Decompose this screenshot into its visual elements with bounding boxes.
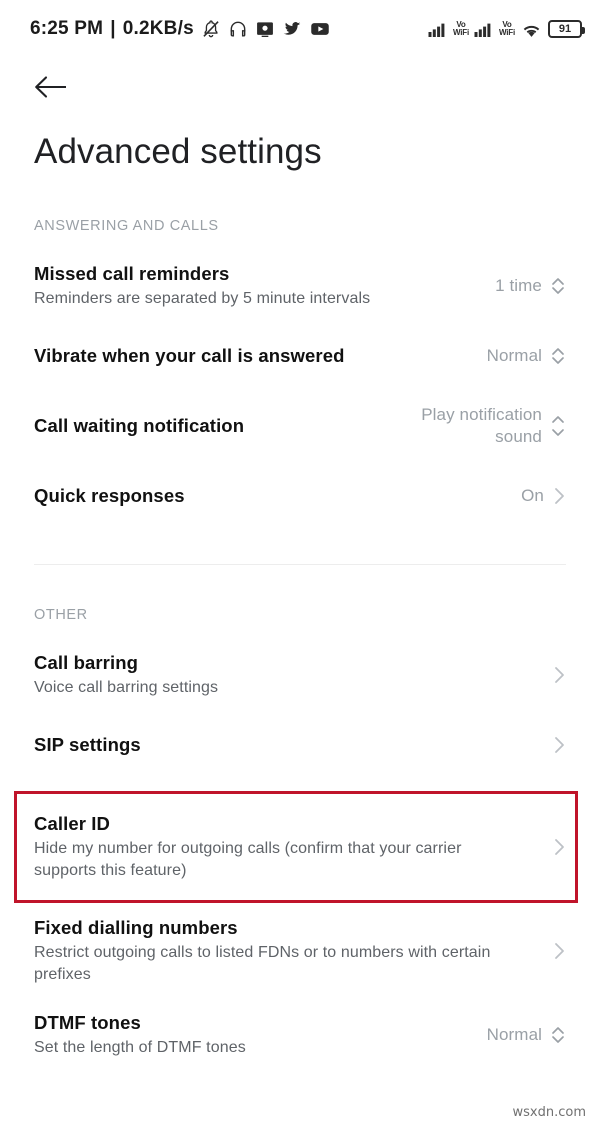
chevron-right-icon[interactable] [552,664,566,686]
page-title: Advanced settings [34,132,322,171]
chevron-right-icon[interactable] [552,734,566,756]
row-title: DTMF tones [34,1011,141,1033]
vowifi-label-sim1: Vo WiFi [453,21,469,37]
row-texts: DTMF tones Set the length of DTMF tones [34,1012,475,1059]
row-control[interactable]: 1 time [495,274,566,298]
setting-row-quick-responses[interactable]: Quick responses On [0,468,600,524]
row-control[interactable]: Play notification sound [412,404,566,448]
chevron-right-icon[interactable] [552,940,566,962]
section-header-other: OTHER [34,607,88,623]
status-bar-left: 6:25 PM | 0.2KB/s [30,18,331,40]
row-texts: Caller ID Hide my number for outgoing ca… [34,813,540,881]
stepper-chevrons-icon[interactable] [550,344,566,368]
battery-indicator: 91 [548,20,585,38]
section-header-answering: ANSWERING AND CALLS [34,218,219,234]
setting-row-vibrate-when-answered[interactable]: Vibrate when your call is answered Norma… [0,328,600,384]
row-control[interactable]: On [521,485,566,507]
youtube-icon [311,23,329,35]
row-value: 1 time [495,275,542,295]
signal-bars-sim2-icon [474,23,491,37]
row-subtitle: Voice call barring settings [34,678,219,696]
setting-row-call-waiting-notification[interactable]: Call waiting notification Play notificat… [0,398,600,454]
row-title: SIP settings [34,734,141,755]
row-title: Vibrate when your call is answered [34,345,345,366]
chevron-right-icon[interactable] [552,836,566,858]
row-title: Quick responses [34,485,185,506]
watermark: wsxdn.com [512,1105,587,1120]
row-value: Normal [486,345,542,365]
status-clock: 6:25 PM [30,18,104,39]
row-title: Missed call reminders [34,262,230,284]
row-control[interactable] [552,836,566,858]
setting-row-fixed-dialling-numbers[interactable]: Fixed dialling numbers Restrict outgoing… [0,917,600,985]
row-texts: Call waiting notification [34,415,400,437]
chevron-right-icon[interactable] [552,485,566,507]
row-subtitle: Reminders are separated by 5 minute inte… [34,289,371,307]
status-separator: | [110,18,116,39]
row-title: Call waiting notification [34,415,245,436]
row-texts: Call barring Voice call barring settings [34,652,540,699]
phone-screen: 6:25 PM | 0.2KB/s Vo WiFi Vo WiFi 91 Adv… [0,0,600,1128]
row-control[interactable]: Normal [487,1023,566,1047]
row-texts: SIP settings [34,734,540,756]
row-control[interactable]: Normal [487,344,566,368]
row-control[interactable] [552,734,566,756]
stepper-chevrons-icon[interactable] [550,1023,566,1047]
row-title: Caller ID [34,812,110,834]
status-data-rate: 0.2KB/s [122,18,194,39]
row-subtitle: Hide my number for outgoing calls (confi… [34,839,462,879]
screenshot-app-icon [256,22,273,37]
vowifi-label-sim2: Vo WiFi [499,21,515,37]
stepper-chevrons-icon[interactable] [550,409,566,443]
row-control[interactable] [552,940,566,962]
row-texts: Vibrate when your call is answered [34,345,475,367]
battery-percent: 91 [558,23,572,35]
row-value: Normal [486,1025,542,1045]
status-bar-right: Vo WiFi Vo WiFi 91 [428,20,585,39]
stepper-chevrons-icon[interactable] [550,274,566,298]
row-value: Play notification sound [421,404,542,446]
row-subtitle: Set the length of DTMF tones [34,1038,246,1056]
back-arrow-icon[interactable] [34,74,68,100]
headphones-icon [230,21,246,37]
status-bar: 6:25 PM | 0.2KB/s Vo WiFi Vo WiFi 91 [0,0,600,58]
bell-muted-icon [203,20,219,38]
row-texts: Quick responses [34,485,509,507]
row-title: Fixed dialling numbers [34,917,238,938]
row-texts: Missed call reminders Reminders are sepa… [34,263,483,310]
setting-row-dtmf-tones[interactable]: DTMF tones Set the length of DTMF tones … [0,1007,600,1063]
row-control[interactable] [552,664,566,686]
row-texts: Fixed dialling numbers Restrict outgoing… [34,917,540,985]
setting-row-caller-id[interactable]: Caller ID Hide my number for outgoing ca… [0,791,600,903]
vowifi-sim1-line2: WiFi [452,28,469,37]
twitter-icon [283,22,301,35]
row-subtitle: Restrict outgoing calls to listed FDNs o… [34,944,491,983]
navigation-bar [0,58,600,116]
signal-bars-sim1-icon [428,23,445,37]
caller-id-highlight-wrapper: Caller ID Hide my number for outgoing ca… [0,791,600,903]
row-title: Call barring [34,651,138,673]
setting-row-call-barring[interactable]: Call barring Voice call barring settings [0,647,600,703]
vowifi-sim2-line2: WiFi [498,28,515,37]
setting-row-missed-call-reminders[interactable]: Missed call reminders Reminders are sepa… [0,258,600,314]
setting-row-sip-settings[interactable]: SIP settings [0,717,600,773]
wifi-icon [523,25,540,37]
row-value: On [521,485,544,505]
